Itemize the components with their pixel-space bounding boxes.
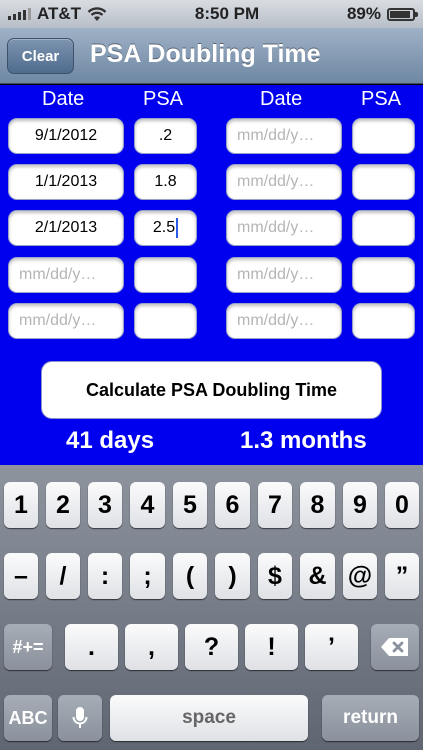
- key-dash[interactable]: –: [4, 553, 38, 599]
- key-6[interactable]: 6: [215, 482, 250, 528]
- page-title: PSA Doubling Time: [90, 40, 321, 68]
- right-psa-header: PSA: [361, 88, 402, 110]
- key-7[interactable]: 7: [258, 482, 292, 528]
- calculate-button[interactable]: Calculate PSA Doubling Time: [41, 361, 382, 419]
- key-4[interactable]: 4: [130, 482, 165, 528]
- date-field-5[interactable]: mm/dd/y…: [8, 303, 124, 339]
- key-period[interactable]: .: [65, 624, 118, 670]
- key-slash[interactable]: /: [46, 553, 80, 599]
- key-exclamation[interactable]: !: [245, 624, 298, 670]
- date-field-1[interactable]: 9/1/2012: [8, 118, 124, 154]
- date-field-3[interactable]: 2/1/2013: [8, 210, 124, 246]
- clock: 8:50 PM: [194, 4, 260, 23]
- key-1[interactable]: 1: [4, 482, 38, 528]
- wifi-icon: [87, 6, 107, 21]
- key-close-paren[interactable]: ): [215, 553, 250, 599]
- battery-percent: 89%: [346, 4, 381, 23]
- backspace-icon: [381, 638, 408, 656]
- right-date-header: Date: [260, 88, 303, 110]
- key-ampersand[interactable]: &: [300, 553, 335, 599]
- left-psa-header: PSA: [143, 88, 184, 110]
- dictation-key[interactable]: [58, 695, 102, 741]
- date-field-4[interactable]: mm/dd/y…: [8, 257, 124, 293]
- psa-field-7[interactable]: [352, 164, 415, 200]
- psa-field-2[interactable]: 1.8: [134, 164, 197, 200]
- key-5[interactable]: 5: [173, 482, 207, 528]
- key-open-paren[interactable]: (: [173, 553, 207, 599]
- psa-field-4[interactable]: [134, 257, 197, 293]
- psa-input-panel: Date PSA Date PSA 9/1/2012 .2 1/1/2013 1…: [0, 85, 423, 465]
- delete-key[interactable]: [371, 624, 419, 670]
- key-dollar[interactable]: $: [258, 553, 292, 599]
- carrier-name: AT&T: [37, 4, 82, 23]
- date-field-10[interactable]: mm/dd/y…: [226, 303, 342, 339]
- battery-icon: [387, 7, 418, 21]
- space-key[interactable]: space: [110, 695, 308, 741]
- date-field-6[interactable]: mm/dd/y…: [226, 118, 342, 154]
- psa-field-9[interactable]: [352, 257, 415, 293]
- psa-field-3-value: 2.5: [152, 219, 176, 236]
- key-at[interactable]: @: [343, 553, 377, 599]
- date-field-9[interactable]: mm/dd/y…: [226, 257, 342, 293]
- date-field-2[interactable]: 1/1/2013: [8, 164, 124, 200]
- psa-field-5[interactable]: [134, 303, 197, 339]
- psa-field-1[interactable]: .2: [134, 118, 197, 154]
- key-3[interactable]: 3: [88, 482, 122, 528]
- key-9[interactable]: 9: [343, 482, 377, 528]
- result-days: 41 days: [66, 427, 155, 454]
- abc-key[interactable]: ABC: [4, 695, 52, 741]
- key-colon[interactable]: :: [88, 553, 122, 599]
- key-semicolon[interactable]: ;: [130, 553, 165, 599]
- microphone-icon: [72, 707, 88, 728]
- numeric-keyboard: 1 2 3 4 5 6 7 8 9 0 – / : ; ( ) $ & @ ” …: [0, 465, 423, 750]
- result-months: 1.3 months: [240, 427, 367, 454]
- key-apostrophe[interactable]: ’: [305, 624, 358, 670]
- status-bar: AT&T 8:50 PM 89%: [0, 0, 423, 28]
- psa-field-3[interactable]: 2.5: [134, 210, 197, 246]
- key-2[interactable]: 2: [46, 482, 80, 528]
- symbols-key[interactable]: #+=: [4, 624, 52, 670]
- date-field-7[interactable]: mm/dd/y…: [226, 164, 342, 200]
- return-key[interactable]: return: [322, 695, 419, 741]
- left-date-header: Date: [42, 88, 85, 110]
- date-field-8[interactable]: mm/dd/y…: [226, 210, 342, 246]
- clear-button[interactable]: Clear: [7, 38, 74, 74]
- key-question[interactable]: ?: [185, 624, 238, 670]
- key-comma[interactable]: ,: [125, 624, 178, 670]
- navigation-bar: Clear PSA Doubling Time: [0, 28, 423, 84]
- text-cursor: [176, 218, 179, 238]
- key-0[interactable]: 0: [385, 482, 419, 528]
- key-8[interactable]: 8: [300, 482, 335, 528]
- psa-field-10[interactable]: [352, 303, 415, 339]
- key-quote[interactable]: ”: [385, 553, 419, 599]
- psa-field-8[interactable]: [352, 210, 415, 246]
- signal-strength-icon: [8, 8, 31, 20]
- psa-field-6[interactable]: [352, 118, 415, 154]
